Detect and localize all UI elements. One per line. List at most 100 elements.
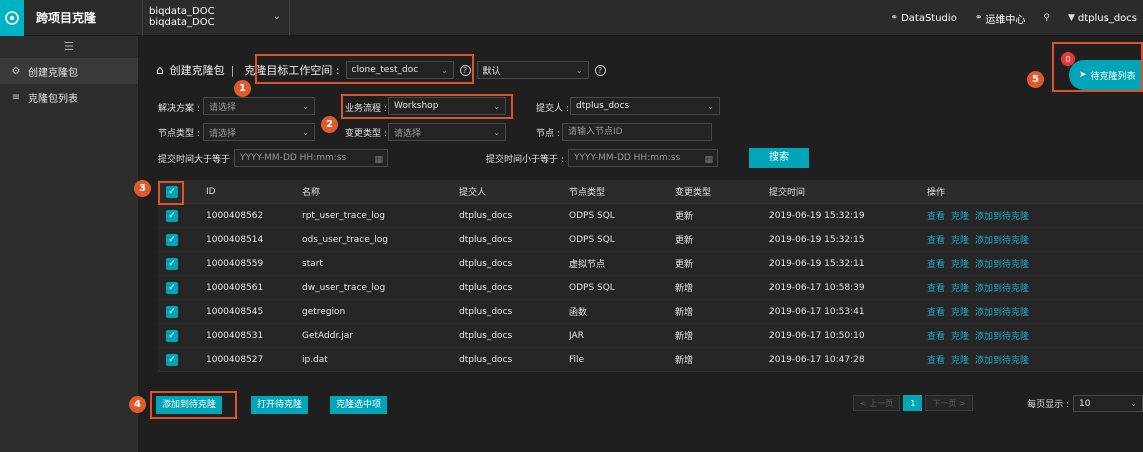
per-page-select[interactable]: 10 ⌄ — [1073, 395, 1143, 412]
change-type-select[interactable]: 请选择 ⌄ — [388, 123, 506, 141]
cell-operations: 查看 克隆 添加到待克隆 — [927, 233, 1143, 246]
open-pending-button[interactable]: 打开待克隆 — [251, 396, 309, 414]
add-to-pending-link[interactable]: 添加到待克隆 — [975, 356, 1029, 366]
add-to-pending-link[interactable]: 添加到待克隆 — [975, 332, 1029, 342]
per-page-value: 10 — [1079, 398, 1091, 409]
cell-id: 1000408562 — [206, 210, 264, 221]
solution-label: 解决方案 : — [158, 104, 200, 114]
app-logo-icon[interactable] — [0, 0, 24, 36]
cell-change-type: 更新 — [675, 236, 694, 246]
add-to-pending-link[interactable]: 添加到待克隆 — [975, 308, 1029, 318]
row-checkbox[interactable]: ✓ — [166, 257, 178, 270]
sidebar-item-package-list[interactable]: ≡ 克隆包列表 — [0, 84, 138, 110]
row-checkbox[interactable]: ✓ — [166, 281, 178, 294]
ops-center-link[interactable]: ⚭ 运维中心 — [975, 11, 1026, 26]
home-icon[interactable]: ⌂ — [156, 63, 164, 77]
tools-button[interactable]: ⚲ — [1043, 13, 1050, 23]
add-to-pending-link[interactable]: 添加到待克隆 — [975, 260, 1029, 270]
cell-change-type: 更新 — [675, 260, 694, 270]
clone-link[interactable]: 克隆 — [951, 332, 969, 342]
cell-id: 1000408545 — [206, 306, 264, 317]
user-menu[interactable]: ▼ dtplus_docs — [1068, 13, 1137, 24]
cell-submit-time: 2019-06-19 15:32:11 — [769, 258, 865, 269]
chevron-down-icon: ⌄ — [575, 65, 583, 75]
row-select-cell: ✓ — [158, 305, 186, 318]
clone-icon: ⚙ — [11, 65, 21, 77]
view-link[interactable]: 查看 — [927, 212, 945, 222]
chevron-down-icon: ⌄ — [302, 101, 309, 111]
row-select-cell: ✓ — [158, 281, 186, 294]
view-link[interactable]: 查看 — [927, 260, 945, 270]
datastudio-link[interactable]: ⚭ DataStudio — [891, 13, 957, 24]
clone-link[interactable]: 克隆 — [951, 212, 969, 222]
time-ge-input[interactable]: YYYY-MM-DD HH:mm:ss ▦ — [234, 149, 388, 167]
solution-select[interactable]: 请选择 ⌄ — [203, 97, 315, 115]
col-submitter: 提交人 — [459, 188, 487, 198]
cell-submit-time: 2019-06-19 15:32:15 — [769, 234, 865, 245]
view-link[interactable]: 查看 — [927, 284, 945, 294]
row-checkbox[interactable]: ✓ — [166, 305, 178, 318]
search-button[interactable]: 搜索 — [749, 148, 809, 168]
row-checkbox[interactable]: ✓ — [166, 209, 178, 222]
row-checkbox[interactable]: ✓ — [166, 329, 178, 342]
cell-name: ods_user_trace_log — [302, 234, 388, 245]
table-row[interactable]: ✓ 1000408561 dw_user_trace_log dtplus_do… — [158, 276, 1143, 300]
cell-node-type: ODPS SQL — [569, 234, 615, 245]
cell-submitter: dtplus_docs — [459, 282, 513, 293]
table-row[interactable]: ✓ 1000408562 rpt_user_trace_log dtplus_d… — [158, 204, 1143, 228]
cell-change-type: 更新 — [675, 212, 694, 222]
node-type-label: 节点类型 : — [158, 129, 200, 139]
view-link[interactable]: 查看 — [927, 356, 945, 366]
table-row[interactable]: ✓ 1000408514 ods_user_trace_log dtplus_d… — [158, 228, 1143, 252]
table-row[interactable]: ✓ 1000408527 ip.dat dtplus_docs File 新增 … — [158, 348, 1143, 372]
add-to-pending-link[interactable]: 添加到待克隆 — [975, 284, 1029, 294]
view-link[interactable]: 查看 — [927, 236, 945, 246]
next-page-button[interactable]: 下一页 > — [925, 395, 973, 411]
sidebar-item-create-package[interactable]: ⚙ 创建克隆包 — [0, 58, 138, 84]
app-title: 跨项目克隆 — [36, 11, 97, 25]
clone-link[interactable]: 克隆 — [951, 260, 969, 270]
link-icon: ⚭ — [890, 13, 899, 23]
cell-name: getregion — [302, 306, 346, 317]
project-selector[interactable]: biqdata_DOC biqdata_DOC ⌄ — [142, 0, 290, 36]
clone-link[interactable]: 克隆 — [951, 284, 969, 294]
row-checkbox[interactable]: ✓ — [166, 353, 178, 366]
table-row[interactable]: ✓ 1000408559 start dtplus_docs 虚拟节点 更新 2… — [158, 252, 1143, 276]
col-node-type: 节点类型 — [569, 188, 606, 198]
table-row[interactable]: ✓ 1000408545 getregion dtplus_docs 函数 新增… — [158, 300, 1143, 324]
cell-id: 1000408531 — [206, 330, 264, 341]
submitter-select[interactable]: dtplus_docs ⌄ — [570, 97, 720, 115]
sidebar-item-label: 创建克隆包 — [28, 67, 78, 79]
view-link[interactable]: 查看 — [927, 308, 945, 318]
clone-link[interactable]: 克隆 — [951, 356, 969, 366]
table-row[interactable]: ✓ 1000408531 GetAddr.jar dtplus_docs JAR… — [158, 324, 1143, 348]
user-avatar-icon: ▼ — [1067, 13, 1075, 23]
cell-name: rpt_user_trace_log — [302, 210, 386, 221]
menu-toggle-icon[interactable]: ☰ — [0, 36, 138, 58]
cell-change-type: 新增 — [675, 284, 694, 294]
cell-submitter: dtplus_docs — [459, 354, 513, 365]
user-name: dtplus_docs — [1077, 12, 1137, 24]
node-id-input[interactable]: 请输入节点ID — [562, 123, 712, 141]
clone-link[interactable]: 克隆 — [951, 308, 969, 318]
cell-id: 1000408561 — [206, 282, 264, 293]
view-link[interactable]: 查看 — [927, 332, 945, 342]
clone-selected-button[interactable]: 克隆选中项 — [330, 396, 388, 414]
row-checkbox[interactable]: ✓ — [166, 233, 178, 246]
highlight-box-3 — [158, 181, 184, 205]
page-number-current[interactable]: 1 — [903, 395, 923, 411]
step-marker-3: 3 — [134, 180, 151, 197]
clone-link[interactable]: 克隆 — [951, 236, 969, 246]
default-select[interactable]: 默认 ⌄ — [476, 61, 589, 79]
cell-operations: 查看 克隆 添加到待克隆 — [927, 353, 1143, 366]
node-label: 节点 : — [536, 129, 560, 139]
node-type-select[interactable]: 请选择 ⌄ — [203, 123, 315, 141]
add-to-pending-link[interactable]: 添加到待克隆 — [975, 236, 1029, 246]
add-to-pending-link[interactable]: 添加到待克隆 — [975, 212, 1029, 222]
top-bar: 跨项目克隆 biqdata_DOC biqdata_DOC ⌄ ⚭ DataSt… — [0, 0, 1143, 36]
prev-page-button[interactable]: < 上一页 — [853, 395, 901, 411]
page-title: 创建克隆包 — [169, 64, 225, 77]
header-separator: | — [230, 63, 235, 77]
help-icon[interactable]: ? — [594, 64, 606, 76]
time-le-input[interactable]: YYYY-MM-DD HH:mm:ss ▦ — [568, 149, 718, 167]
